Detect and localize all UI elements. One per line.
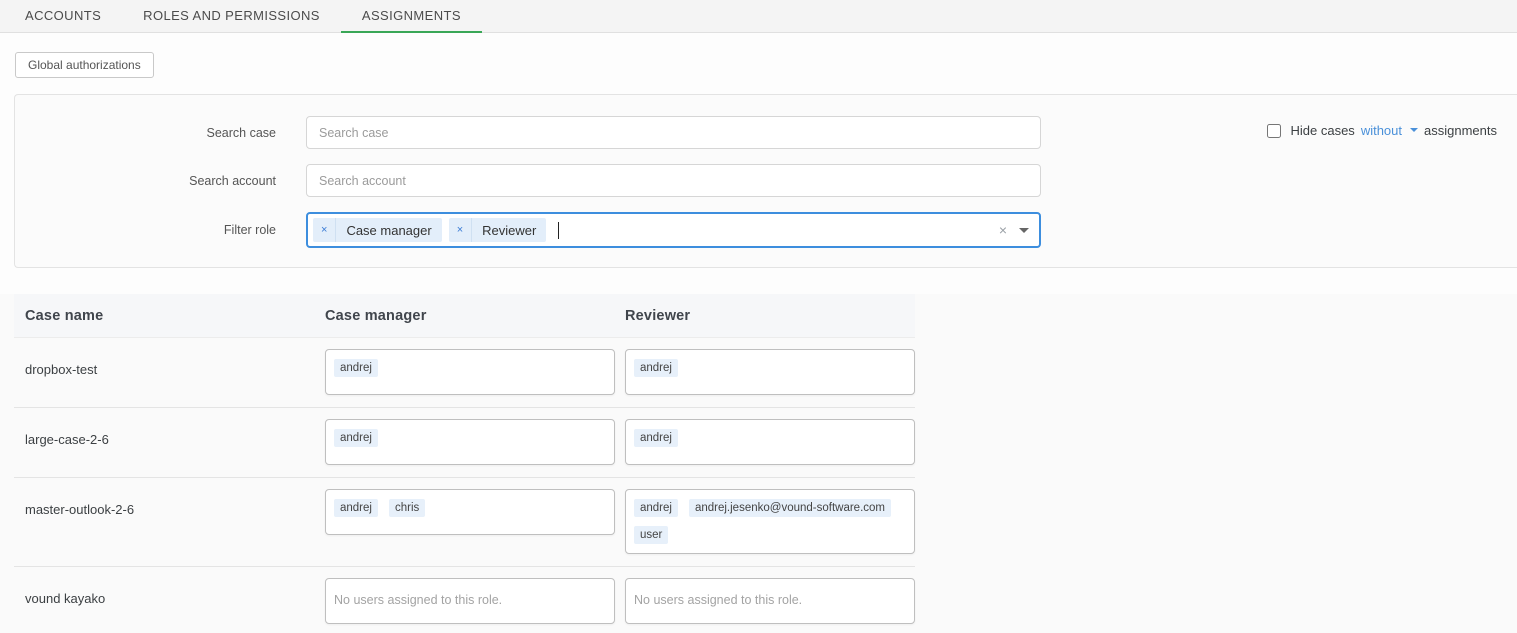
reviewer-cell: andrej: [625, 419, 925, 465]
case-manager-cell: andrej chris: [325, 489, 625, 554]
filter-panel: Search case Search account Filter role ×…: [14, 94, 1517, 268]
table-row: large-case-2-6 andrej andrej: [14, 408, 915, 478]
table-header: Case name Case manager Reviewer: [14, 294, 915, 338]
role-filter-tag-label: Case manager: [336, 218, 441, 242]
tab-roles-and-permissions[interactable]: ROLES AND PERMISSIONS: [122, 0, 341, 33]
filter-role-multiselect[interactable]: ×Case manager×Reviewer ×: [306, 212, 1041, 248]
user-tag[interactable]: andrej.jesenko@vound-software.com: [689, 499, 891, 517]
tab-bar: ACCOUNTS ROLES AND PERMISSIONS ASSIGNMEN…: [0, 0, 1517, 33]
column-header-case-manager: Case manager: [325, 308, 625, 324]
user-tag[interactable]: andrej: [334, 359, 378, 377]
search-case-label: Search case: [15, 126, 276, 140]
column-header-reviewer: Reviewer: [625, 308, 915, 324]
user-tag[interactable]: andrej: [634, 359, 678, 377]
assignment-box-case-manager[interactable]: andrej: [325, 419, 615, 465]
role-filter-tag: ×Case manager: [313, 218, 442, 242]
case-name: master-outlook-2-6: [14, 489, 325, 554]
search-account-row: Search account: [15, 164, 1517, 197]
role-filter-tag: ×Reviewer: [449, 218, 547, 242]
hide-cases-checkbox[interactable]: [1267, 124, 1281, 138]
tab-assignments[interactable]: ASSIGNMENTS: [341, 0, 482, 33]
case-name: large-case-2-6: [14, 419, 325, 465]
clear-selection-icon[interactable]: ×: [999, 223, 1007, 237]
column-header-case-name: Case name: [14, 308, 325, 324]
reviewer-cell: andrej andrej.jesenko@vound-software.com u…: [625, 489, 925, 554]
search-case-input[interactable]: [306, 116, 1041, 149]
search-account-input[interactable]: [306, 164, 1041, 197]
case-manager-cell: andrej: [325, 419, 625, 465]
role-filter-tag-label: Reviewer: [472, 218, 546, 242]
assignment-box-case-manager[interactable]: andrej chris: [325, 489, 615, 535]
reviewer-cell: andrej: [625, 349, 925, 395]
app-window: ACCOUNTS ROLES AND PERMISSIONS ASSIGNMEN…: [0, 0, 1517, 633]
assignment-box-reviewer[interactable]: andrej: [625, 349, 915, 395]
remove-tag-icon[interactable]: ×: [449, 218, 472, 242]
user-tag[interactable]: andrej: [334, 429, 378, 447]
assignment-box-reviewer[interactable]: No users assigned to this role.: [625, 578, 915, 624]
filter-role-row: Filter role ×Case manager×Reviewer ×: [15, 212, 1517, 248]
table-row: dropbox-test andrej andrej: [14, 338, 915, 408]
hide-cases-mode-link[interactable]: without: [1361, 123, 1402, 138]
assignments-table: Case name Case manager Reviewer dropbox-…: [0, 294, 1517, 633]
assignment-box-case-manager[interactable]: andrej: [325, 349, 615, 395]
mode-dropdown-caret-icon[interactable]: [1410, 128, 1418, 132]
empty-placeholder: No users assigned to this role.: [634, 588, 802, 607]
assignment-box-reviewer[interactable]: andrej andrej.jesenko@vound-software.com u…: [625, 489, 915, 554]
user-tag[interactable]: user: [634, 526, 668, 544]
chevron-down-icon[interactable]: [1019, 228, 1029, 233]
text-cursor: [558, 222, 559, 239]
select-controls: ×: [999, 223, 1029, 237]
tab-accounts[interactable]: ACCOUNTS: [4, 0, 122, 33]
filter-role-label: Filter role: [15, 223, 276, 237]
user-tag[interactable]: andrej: [334, 499, 378, 517]
empty-placeholder: No users assigned to this role.: [334, 588, 502, 607]
table-row: vound kayako No users assigned to this ro…: [14, 567, 915, 633]
filter-role-tags: ×Case manager×Reviewer: [313, 218, 553, 242]
user-tag[interactable]: chris: [389, 499, 425, 517]
assignment-box-reviewer[interactable]: andrej: [625, 419, 915, 465]
reviewer-cell: No users assigned to this role.: [625, 578, 925, 624]
global-authorizations-button[interactable]: Global authorizations: [15, 52, 154, 78]
toolbar: Global authorizations: [0, 33, 1517, 78]
hide-cases-control: Hide cases without assignments: [1267, 123, 1498, 138]
table-row: master-outlook-2-6andrejchrisandrejandre…: [14, 478, 915, 567]
remove-tag-icon[interactable]: ×: [313, 218, 336, 242]
hide-cases-prefix: Hide cases: [1291, 123, 1355, 138]
table-rows: dropbox-testandrejandrejlarge-case-2-6an…: [0, 338, 1517, 633]
user-tag[interactable]: andrej: [634, 499, 678, 517]
case-name: vound kayako: [14, 578, 325, 624]
case-manager-cell: andrej: [325, 349, 625, 395]
user-tag[interactable]: andrej: [634, 429, 678, 447]
hide-cases-suffix: assignments: [1424, 123, 1497, 138]
search-account-label: Search account: [15, 174, 276, 188]
case-name: dropbox-test: [14, 349, 325, 395]
case-manager-cell: No users assigned to this role.: [325, 578, 625, 624]
assignment-box-case-manager[interactable]: No users assigned to this role.: [325, 578, 615, 624]
